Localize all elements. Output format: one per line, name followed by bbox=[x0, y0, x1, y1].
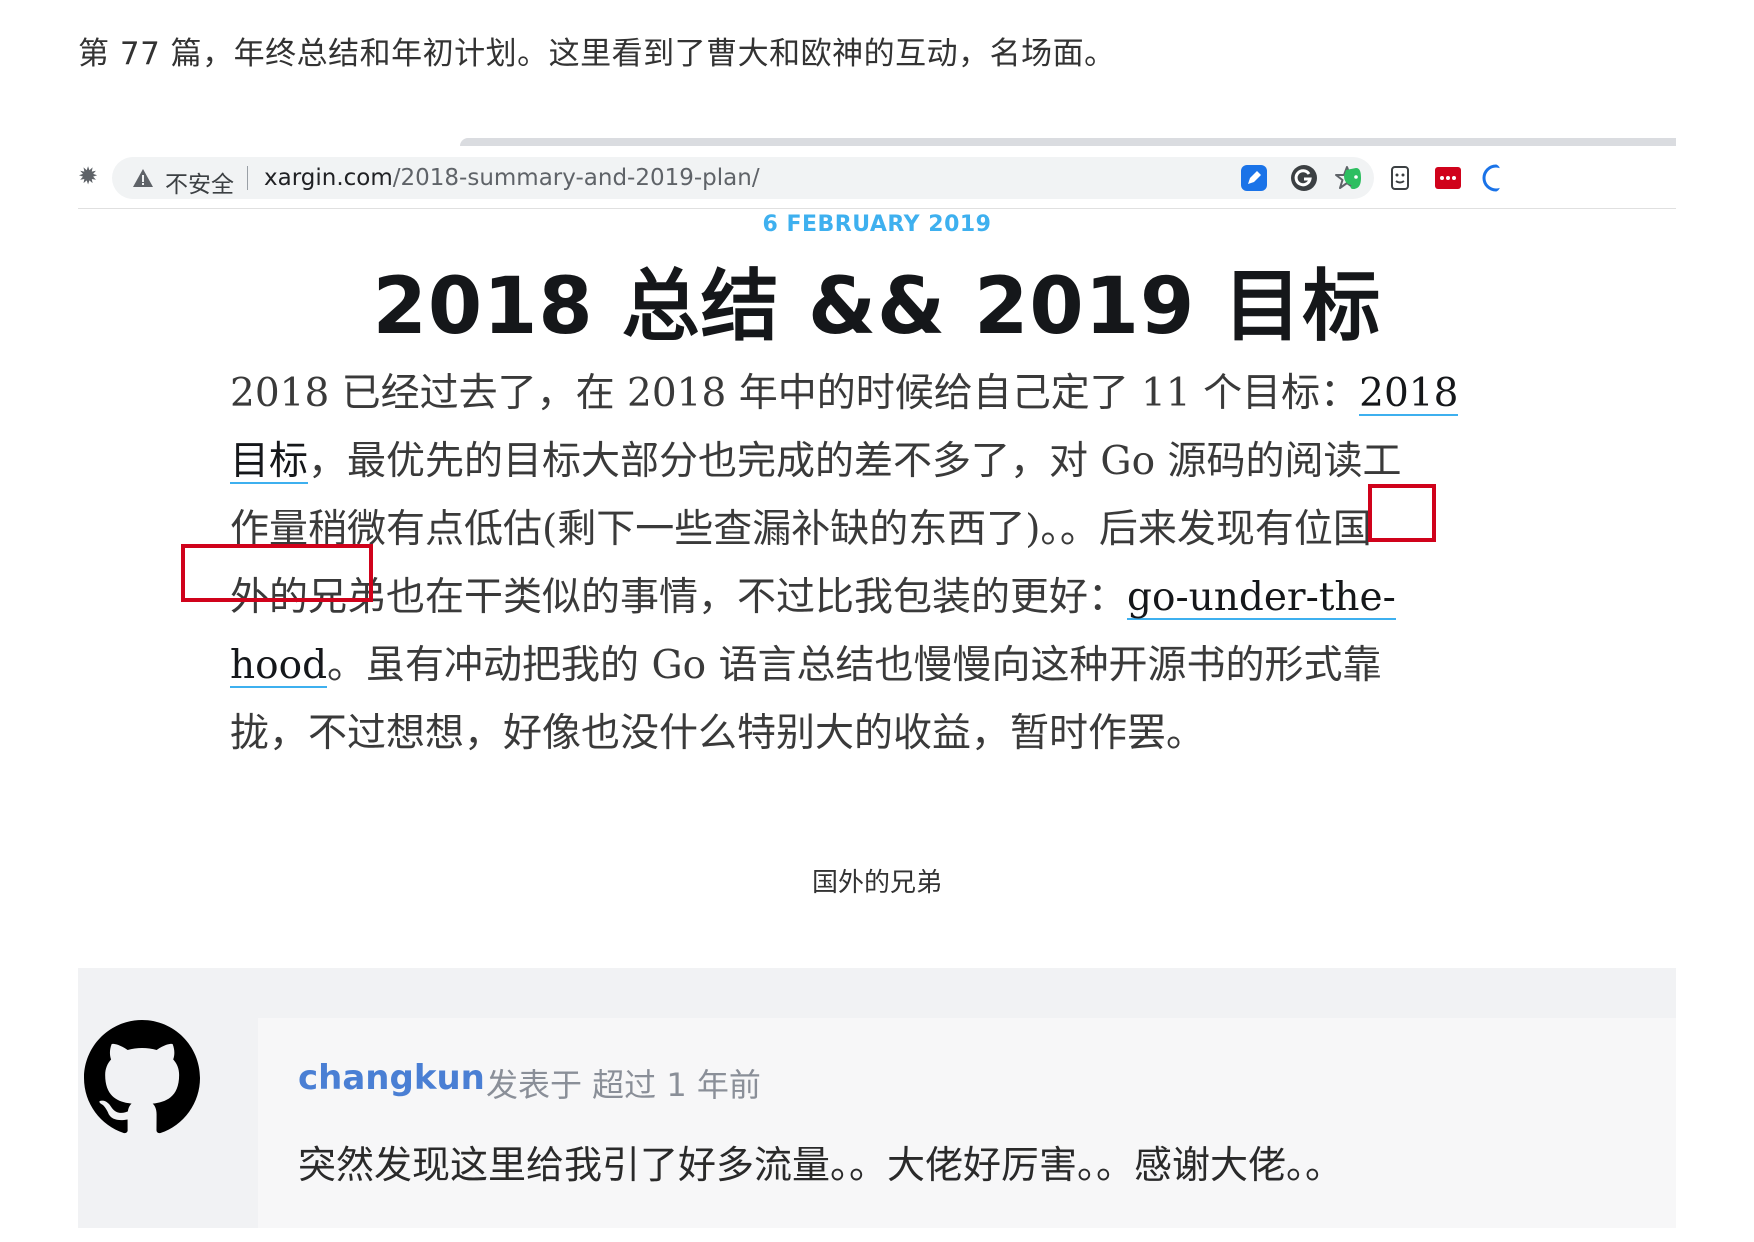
pen-extension-icon[interactable] bbox=[1240, 164, 1268, 192]
github-avatar-icon[interactable] bbox=[84, 1020, 200, 1136]
comment-body: 突然发现这里给我引了好多流量。。大佬好厉害。。感谢大佬。。 bbox=[298, 1143, 1344, 1187]
comments-section: changkun 发表于 超过 1 年前 突然发现这里给我引了好多流量。。大佬好… bbox=[78, 968, 1676, 1228]
url-text[interactable]: xargin.com/2018-summary-and-2019-plan/ bbox=[264, 165, 760, 191]
address-bar[interactable]: 不安全 xargin.com/2018-summary-and-2019-pla… bbox=[112, 157, 1374, 199]
post-title: 2018 总结 && 2019 目标 bbox=[372, 262, 1382, 352]
browser-screenshot: ✹ 不安全 xargin.com/2018-summary-and-2019-p… bbox=[78, 138, 1676, 1228]
image-caption: 国外的兄弟 bbox=[811, 868, 942, 898]
paragraph-line-2: 目标，最优先的目标大部分也完成的差不多了，对 Go 源码的阅读工 bbox=[230, 428, 1670, 496]
highlight-box-2 bbox=[181, 544, 373, 602]
goals-link[interactable]: 2018 bbox=[1359, 371, 1458, 416]
warning-icon[interactable] bbox=[132, 167, 154, 189]
highlight-box-1 bbox=[1368, 484, 1436, 542]
paragraph-line-1: 2018 已经过去了，在 2018 年中的时候给自己定了 11 个目标：2018 bbox=[230, 360, 1670, 428]
line-text: 作量稍微有点低估(剩下一些查漏补缺的东西了)。。后来发现有位国 bbox=[230, 507, 1372, 552]
extensions-edge-icon[interactable]: ✹ bbox=[78, 162, 98, 190]
post-paragraph: 2018 已经过去了，在 2018 年中的时候给自己定了 11 个目标：2018… bbox=[230, 360, 1670, 768]
paragraph-line-6: 拢，不过想想，好像也没什么特别大的收益，暂时作罢。 bbox=[230, 700, 1670, 768]
comment-author[interactable]: changkun bbox=[298, 1058, 485, 1098]
security-label[interactable]: 不安全 bbox=[165, 165, 234, 199]
go-under-the-hood-link-continued[interactable]: hood bbox=[230, 643, 327, 688]
paragraph-line-5: hood。虽有冲动把我的 Go 语言总结也慢慢向这种开源书的形式靠 bbox=[230, 632, 1670, 700]
password-extension-icon[interactable] bbox=[1434, 164, 1462, 192]
url-path: /2018-summary-and-2019-plan/ bbox=[392, 165, 760, 191]
url-host: xargin.com bbox=[264, 165, 393, 191]
comment-meta: 发表于 超过 1 年前 bbox=[486, 1066, 761, 1104]
intro-text: 第 77 篇，年终总结和年初计划。这里看到了曹大和欧神的互动，名场面。 bbox=[78, 36, 1116, 72]
line-text: 拢，不过想想，好像也没什么特别大的收益，暂时作罢。 bbox=[230, 711, 1206, 756]
line-text: 2018 已经过去了，在 2018 年中的时候给自己定了 11 个目标： bbox=[230, 371, 1360, 416]
paragraph-line-3: 作量稍微有点低估(剩下一些查漏补缺的东西了)。。后来发现有位国 bbox=[230, 496, 1670, 564]
omnibox-divider bbox=[247, 166, 248, 190]
tab-strip bbox=[460, 138, 1676, 146]
line-text: 。虽有冲动把我的 Go 语言总结也慢慢向这种开源书的形式靠 bbox=[327, 643, 1382, 688]
chrome-extension-icon[interactable] bbox=[1482, 164, 1500, 192]
browser-toolbar: ✹ 不安全 xargin.com/2018-summary-and-2019-p… bbox=[78, 150, 1676, 209]
paragraph-line-4: 外的兄弟也在干类似的事情，不过比我包装的更好：go-under-the- bbox=[230, 564, 1670, 632]
comment-card: changkun 发表于 超过 1 年前 突然发现这里给我引了好多流量。。大佬好… bbox=[258, 1018, 1676, 1228]
goals-link-continued[interactable]: 目标 bbox=[230, 439, 308, 484]
line-text: ，最优先的目标大部分也完成的差不多了，对 Go 源码的阅读工 bbox=[308, 439, 1402, 484]
grammarly-icon[interactable] bbox=[1290, 164, 1318, 192]
go-under-the-hood-link[interactable]: go-under-the- bbox=[1127, 575, 1396, 620]
face-extension-icon[interactable] bbox=[1386, 164, 1414, 192]
evernote-icon[interactable] bbox=[1338, 164, 1366, 192]
post-date: 6 FEBRUARY 2019 bbox=[762, 212, 992, 237]
